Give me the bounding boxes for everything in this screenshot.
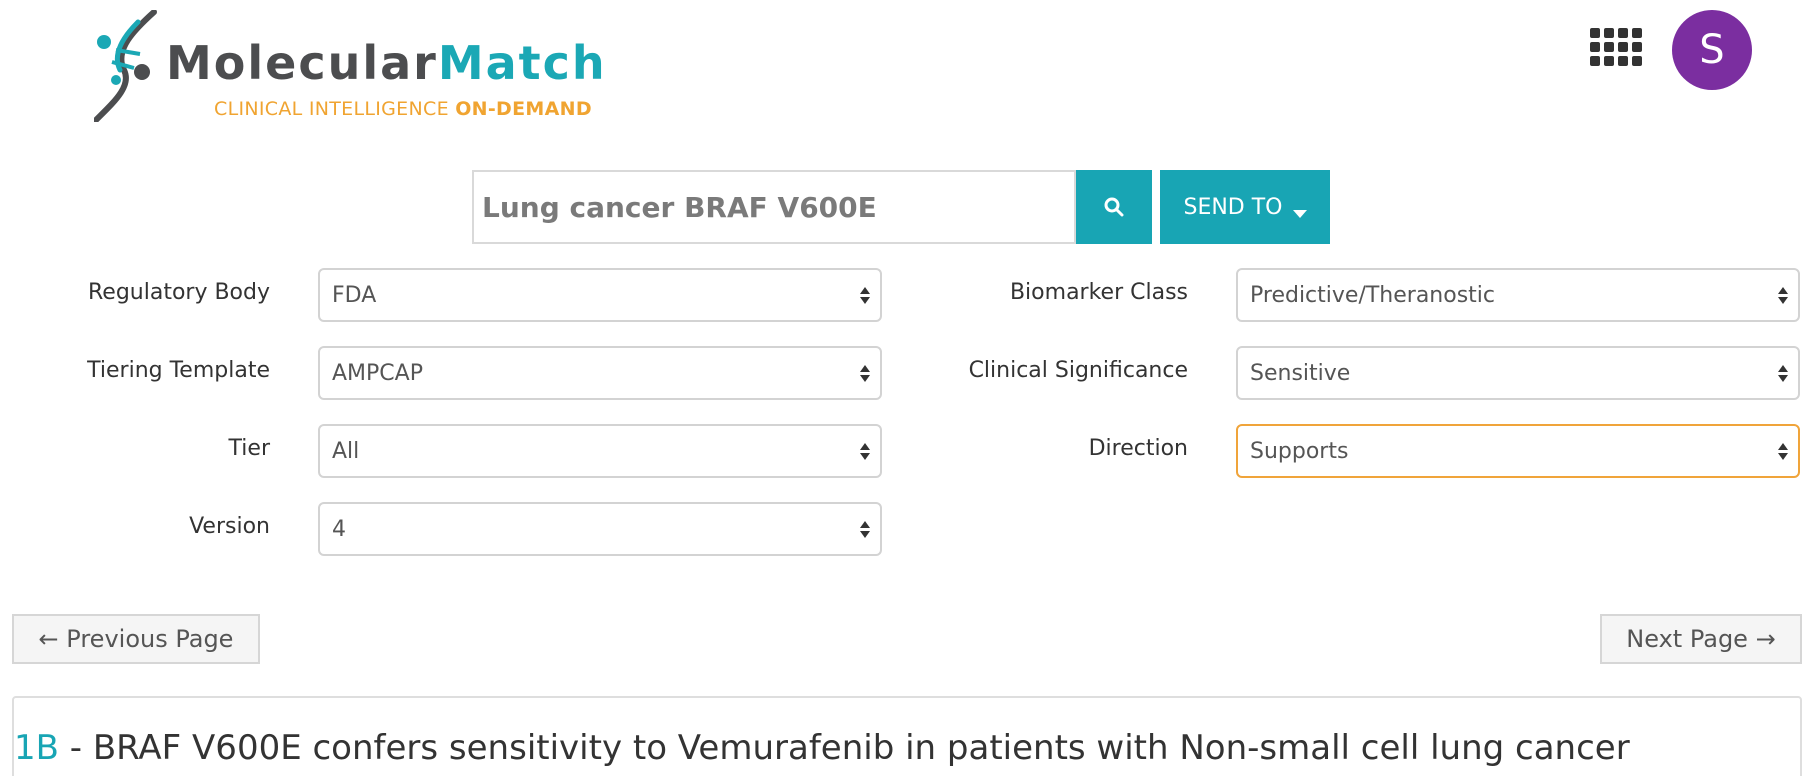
brand-tagline-part1: CLINICAL INTELLIGENCE — [214, 98, 456, 120]
previous-page-button[interactable]: ← Previous Page — [12, 614, 260, 664]
brand-logo[interactable]: MolecularMatch CLINICAL INTELLIGENCE ON-… — [94, 10, 614, 122]
result-title: 1B - BRAF V600E confers sensitivity to V… — [14, 728, 1630, 768]
select-arrows-icon — [860, 364, 870, 382]
select-arrows-icon — [1778, 442, 1788, 460]
regulatory-body-select[interactable]: FDA — [318, 268, 882, 322]
brand-name-part2: Match — [437, 36, 607, 90]
user-avatar[interactable]: S — [1672, 10, 1752, 90]
direction-select[interactable]: Supports — [1236, 424, 1800, 478]
apps-grid-icon[interactable] — [1590, 28, 1642, 70]
search-input[interactable] — [472, 170, 1076, 244]
brand-tagline-part2: ON-DEMAND — [455, 98, 592, 120]
result-card[interactable]: 1B - BRAF V600E confers sensitivity to V… — [12, 696, 1802, 776]
send-to-label: SEND TO — [1183, 194, 1283, 220]
regulatory-body-label: Regulatory Body — [87, 280, 270, 305]
direction-value: Supports — [1250, 438, 1349, 464]
brand-name: MolecularMatch — [166, 40, 607, 86]
search-button[interactable] — [1076, 170, 1152, 244]
tier-select[interactable]: All — [318, 424, 882, 478]
biomarker-class-select[interactable]: Predictive/Theranostic — [1236, 268, 1800, 322]
version-value: 4 — [332, 516, 346, 542]
clinical-significance-label: Clinical Significance — [968, 358, 1188, 383]
tier-value: All — [332, 438, 360, 464]
direction-label: Direction — [1088, 436, 1188, 461]
caret-down-icon — [1292, 210, 1307, 218]
dna-logo-icon — [94, 10, 157, 122]
tiering-template-select[interactable]: AMPCAP — [318, 346, 882, 400]
avatar-initial: S — [1699, 27, 1725, 73]
regulatory-body-value: FDA — [332, 282, 377, 308]
search-icon — [1104, 197, 1124, 217]
version-label: Version — [189, 514, 270, 539]
brand-tagline: CLINICAL INTELLIGENCE ON-DEMAND — [214, 98, 592, 120]
biomarker-class-label: Biomarker Class — [1009, 280, 1188, 305]
result-tier: 1B — [14, 728, 59, 768]
send-to-button[interactable]: SEND TO — [1160, 170, 1330, 244]
brand-name-part1: Molecular — [166, 36, 438, 90]
tiering-template-label: Tiering Template — [87, 358, 270, 383]
select-arrows-icon — [860, 520, 870, 538]
version-select[interactable]: 4 — [318, 502, 882, 556]
clinical-significance-select[interactable]: Sensitive — [1236, 346, 1800, 400]
next-page-button[interactable]: Next Page → — [1600, 614, 1802, 664]
select-arrows-icon — [1778, 286, 1788, 304]
tiering-template-value: AMPCAP — [332, 360, 423, 386]
clinical-significance-value: Sensitive — [1250, 360, 1351, 386]
result-title-text: - BRAF V600E confers sensitivity to Vemu… — [58, 728, 1630, 768]
select-arrows-icon — [1778, 364, 1788, 382]
select-arrows-icon — [860, 442, 870, 460]
biomarker-class-value: Predictive/Theranostic — [1250, 282, 1495, 308]
select-arrows-icon — [860, 286, 870, 304]
tier-label: Tier — [228, 436, 270, 461]
